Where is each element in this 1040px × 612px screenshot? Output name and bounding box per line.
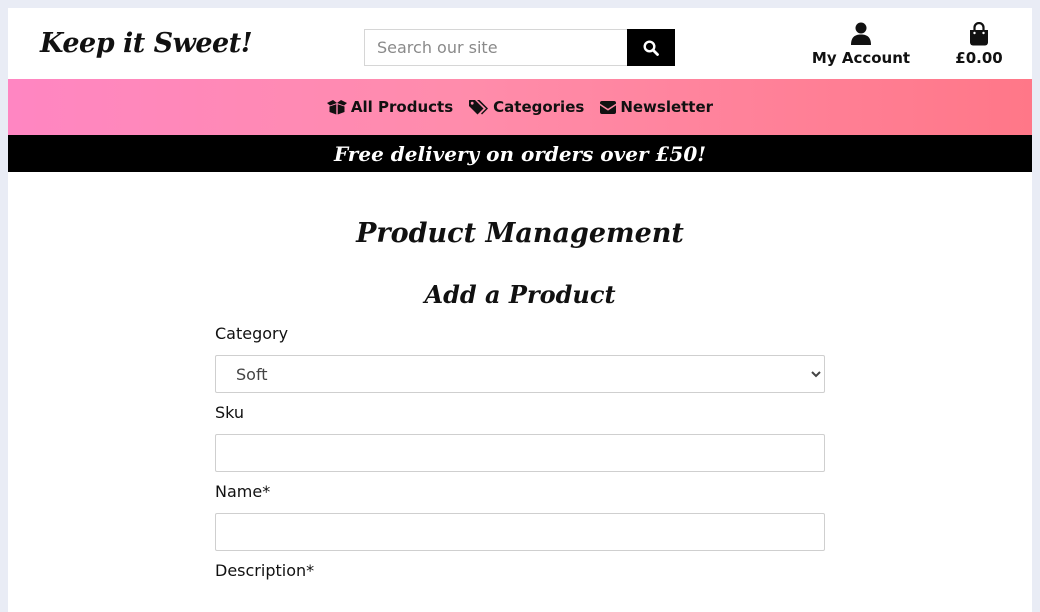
category-select[interactable]: Soft [215,355,825,393]
category-label: Category [215,324,289,343]
user-icon [808,22,914,46]
shopping-bag-icon [942,21,1016,46]
form-title: Add a Product [424,280,616,309]
bag-total: £0.00 [955,49,1003,67]
name-field: Name* [215,482,825,551]
my-account-label: My Account [811,49,911,67]
description-field: Description* [215,561,825,582]
add-product-form: Category Soft Sku Name* Description* [215,324,825,592]
tags-icon [469,100,489,115]
name-label: Name* [215,482,271,501]
site-logo[interactable]: Keep it Sweet! [40,28,253,59]
my-account-link[interactable]: My Account [808,22,914,67]
sku-input[interactable] [215,434,825,472]
search-button[interactable] [627,29,675,66]
nav-newsletter[interactable]: Newsletter [600,98,713,116]
category-field: Category Soft [215,324,825,393]
main-nav: All Products Categories Newsletter [8,79,1032,135]
name-input[interactable] [215,513,825,551]
nav-newsletter-label: Newsletter [620,98,714,116]
page-title: Product Management [356,218,684,249]
search-input[interactable] [364,29,627,66]
sku-field: Sku [215,403,825,472]
site-header: Keep it Sweet! My Account [8,8,1032,79]
box-open-icon [326,100,347,115]
envelope-icon [600,100,617,114]
nav-all-products-label: All Products [350,98,454,116]
search-form [364,29,675,66]
description-label: Description* [215,561,315,580]
nav-categories-label: Categories [493,98,585,116]
nav-categories[interactable]: Categories [469,98,584,116]
nav-all-products[interactable]: All Products [326,98,454,116]
delivery-banner: Free delivery on orders over £50! [8,135,1032,172]
shopping-bag-link[interactable]: £0.00 [942,21,1016,67]
page: Keep it Sweet! My Account [8,8,1032,612]
sku-label: Sku [215,403,245,422]
search-icon [643,39,659,56]
